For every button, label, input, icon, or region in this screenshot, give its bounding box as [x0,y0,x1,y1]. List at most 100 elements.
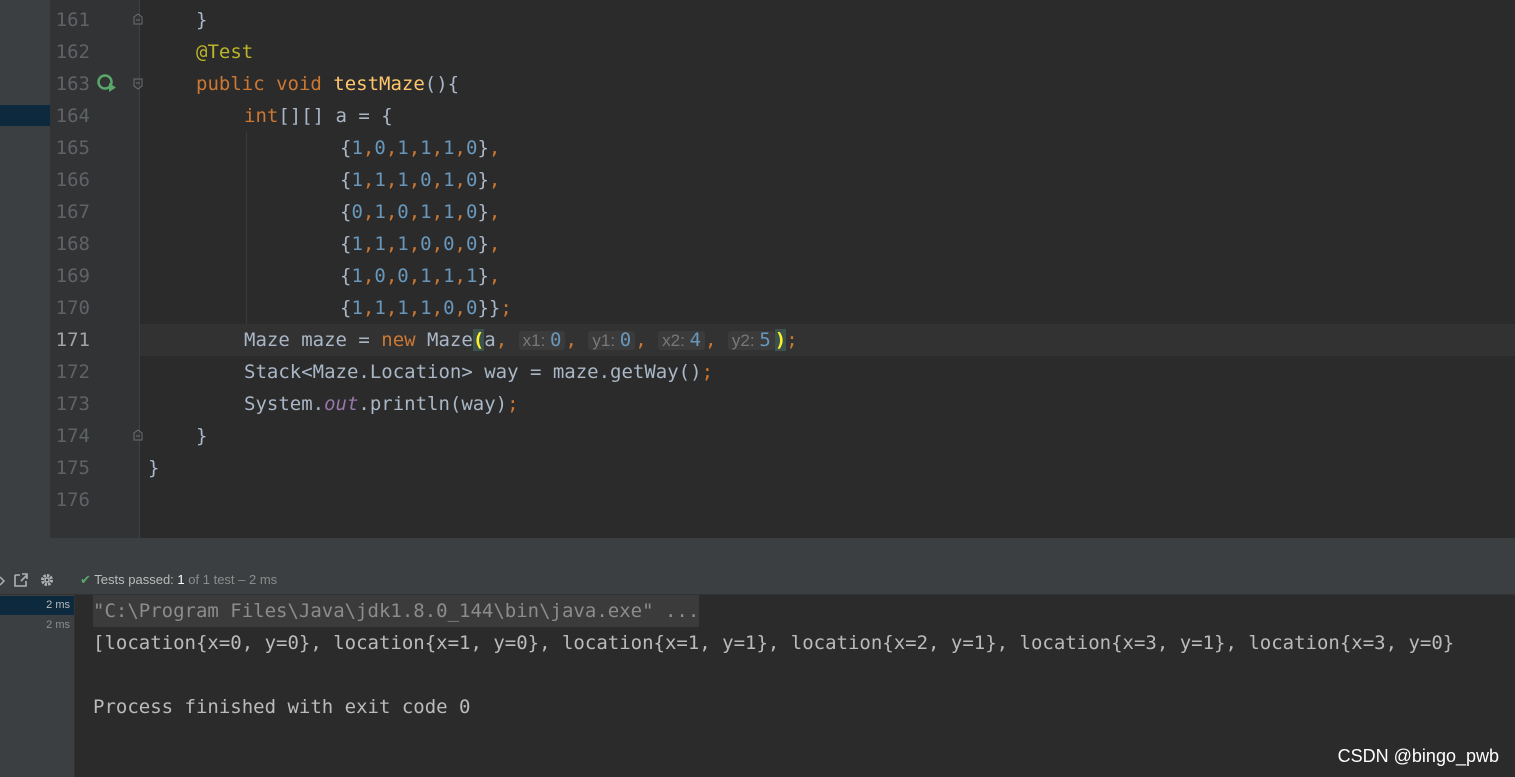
param-hint-value: 0 [550,329,562,351]
matched-brace: ) [774,329,787,351]
code-line-162[interactable]: @Test [196,36,253,68]
tree-row-selected[interactable]: 2 ms [0,596,74,615]
line-number[interactable]: 162 [50,36,90,68]
export-icon[interactable] [13,571,29,589]
code-text: Maze maze = [244,329,382,351]
param-hint: x2: 4 [658,329,706,351]
code-line-174[interactable]: } [196,420,207,452]
number-token: 1 [351,169,363,191]
test-status: ✔ Tests passed: 1 of 1 test – 2 ms [80,571,277,589]
line-number[interactable]: 163 [50,68,90,100]
number-token: 1 [397,297,409,319]
matched-brace: ( [472,329,485,351]
line-number[interactable]: 170 [50,292,90,324]
number-token: 1 [374,233,386,255]
line-number[interactable]: 172 [50,356,90,388]
param-hint-label: x1: [522,331,546,350]
code-line-165[interactable]: {1,0,1,1,1,0}, [340,132,500,164]
line-number[interactable]: 174 [50,420,90,452]
number-token: 0 [465,297,478,319]
keyword-token: int [244,105,279,127]
number-token: 0 [443,297,455,319]
run-test-icon[interactable] [97,74,119,94]
code-line-172[interactable]: Stack<Maze.Location> way = maze.getWay()… [244,356,713,388]
line-number[interactable]: 176 [50,484,90,516]
line-number[interactable]: 169 [50,260,90,292]
keyword-token: public void [196,73,334,95]
param-hint-label: y2: [731,331,755,350]
console-output-line: [location{x=0, y=0}, location{x=1, y=0},… [93,632,1455,654]
line-number[interactable]: 175 [50,452,90,484]
check-icon: ✔ [80,572,91,587]
code-text: } [196,425,208,447]
left-strip-selection [0,105,50,126]
code-text: Maze [415,329,473,351]
number-token: 1 [420,201,432,223]
fold-icon[interactable] [133,78,143,90]
param-hint-value: 0 [619,329,632,351]
status-label: Tests passed: [94,572,174,587]
number-token: 1 [397,233,409,255]
status-count: 1 [177,572,185,587]
code-line-166[interactable]: {1,1,1,0,1,0}, [340,164,500,196]
line-number-current[interactable]: 171 [50,324,90,356]
code-text: System. [244,393,325,415]
number-token: 1 [351,265,363,287]
number-token: 0 [397,265,409,287]
code-line-168[interactable]: {1,1,1,0,0,0}, [340,228,500,260]
settings-icon[interactable] [38,571,56,589]
console-exit-line: Process finished with exit code 0 [93,696,471,718]
param-hint: x1: 0 [518,329,566,351]
param-hint: y1: 0 [588,329,636,351]
code-line-173[interactable]: System.out.println(way); [244,388,519,420]
code-line-167[interactable]: {0,1,0,1,1,0}, [340,196,500,228]
console-output[interactable]: "C:\Program Files\Java\jdk1.8.0_144\bin\… [75,595,1515,777]
line-number[interactable]: 166 [50,164,90,196]
param-hint-label: x2: [662,331,685,350]
number-token: 0 [420,169,432,191]
number-token: 0 [465,233,478,255]
param-hint-value: 5 [759,329,771,351]
number-token: 1 [443,265,455,287]
annotation-token: @Test [196,41,254,63]
number-token: 1 [420,265,432,287]
number-token: 1 [443,169,455,191]
code-text: (){ [424,73,460,95]
code-line-163[interactable]: public void testMaze(){ [196,68,459,100]
number-token: 1 [374,201,386,223]
code-text: Stack<Maze.Location> way = maze.getWay() [244,361,702,383]
number-token: 0 [420,233,432,255]
line-number[interactable]: 168 [50,228,90,260]
number-token: 0 [374,137,386,159]
console-command-line[interactable]: "C:\Program Files\Java\jdk1.8.0_144\bin\… [93,595,700,627]
number-token: 0 [351,201,363,223]
number-token: 1 [351,297,363,319]
number-token: 1 [351,137,363,159]
indent-guide [246,132,247,324]
code-line-164[interactable]: int[][] a = { [244,100,393,132]
number-token: 1 [374,169,386,191]
line-number[interactable]: 164 [50,100,90,132]
number-token: 1 [465,265,478,287]
code-text: } [196,9,208,31]
line-number[interactable]: 161 [50,4,90,36]
fold-icon[interactable] [133,13,143,25]
scroll-icon[interactable] [0,571,6,589]
tree-row[interactable]: 2 ms [0,616,74,635]
code-line-171[interactable]: Maze maze = new Maze(a, x1: 0, y1: 0, x2… [244,324,798,357]
param-hint-value: 4 [689,329,702,351]
code-text: [][] a = { [278,105,393,127]
method-name-token: testMaze [333,73,425,95]
line-number[interactable]: 165 [50,132,90,164]
number-token: 1 [397,137,409,159]
keyword-token: new [381,329,416,351]
tool-window-splitter[interactable] [0,538,1515,567]
code-line-169[interactable]: {1,0,0,1,1,1}, [340,260,500,292]
code-line-175[interactable]: } [148,452,159,484]
line-number[interactable]: 173 [50,388,90,420]
code-line-161[interactable]: } [196,4,207,36]
code-line-170[interactable]: {1,1,1,1,0,0}}; [340,292,512,324]
fold-icon[interactable] [133,429,143,441]
line-number[interactable]: 167 [50,196,90,228]
number-token: 1 [351,233,363,255]
